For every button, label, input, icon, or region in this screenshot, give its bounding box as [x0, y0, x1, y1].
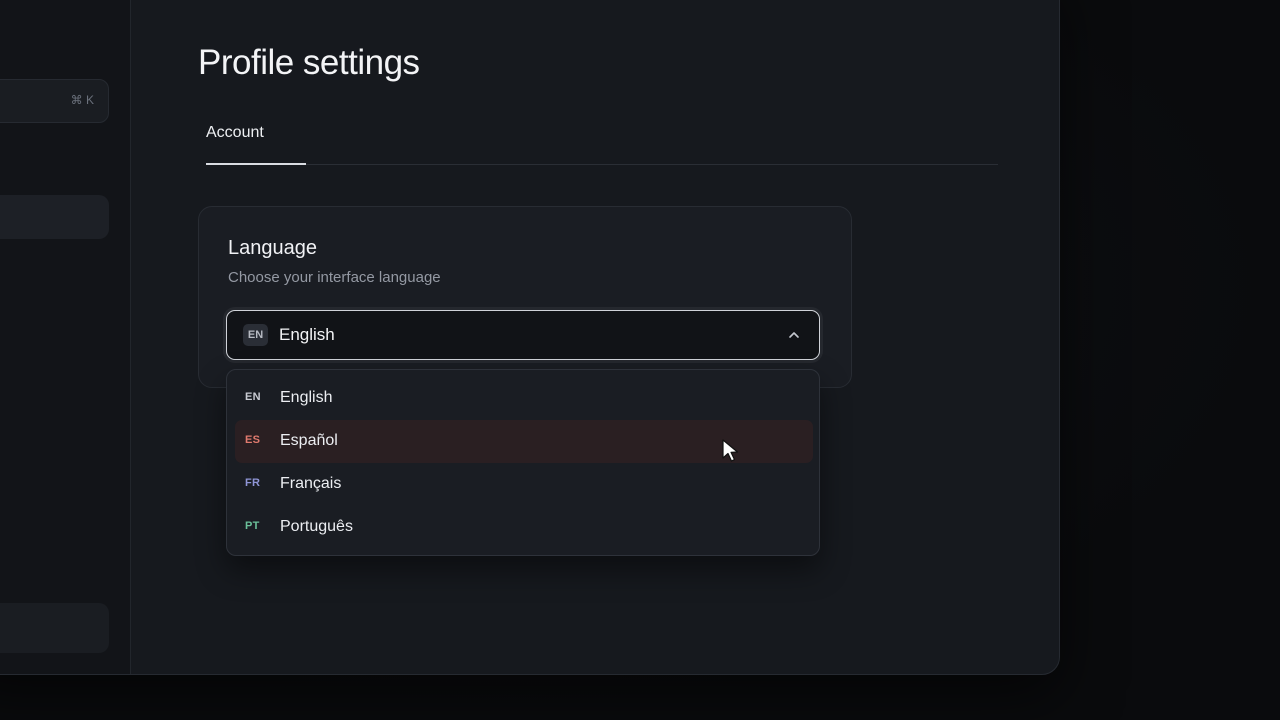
search-shortcut-hint: ⌘ K	[70, 93, 94, 107]
option-code: PT	[245, 520, 260, 532]
sidebar-search[interactable]: ⌘ K	[0, 79, 109, 123]
option-label: Español	[280, 432, 338, 449]
chevron-up-icon	[789, 332, 799, 338]
mouse-pointer-icon	[722, 439, 739, 462]
selected-language-label: English	[279, 325, 335, 344]
sidebar-item[interactable]: ns	[0, 295, 109, 339]
active-tab-indicator	[206, 163, 306, 165]
option-label: Français	[280, 475, 342, 492]
selected-language-code: EN	[243, 324, 268, 346]
language-card-title: Language	[228, 237, 317, 259]
language-card-subtitle: Choose your interface language	[228, 269, 441, 286]
option-label: English	[280, 389, 333, 406]
option-code: ES	[245, 434, 261, 446]
sidebar-item[interactable]: es	[0, 245, 109, 289]
sidebar: ⌘ K s es ns	[0, 0, 131, 674]
language-option-english[interactable]: EN English	[235, 377, 813, 420]
sidebar-item-active[interactable]: s	[0, 195, 109, 239]
tab-bar: Account	[206, 123, 998, 165]
language-option-portugues[interactable]: PT Português	[235, 506, 813, 549]
page-title: Profile settings	[198, 43, 420, 82]
tab-account[interactable]: Account	[206, 123, 306, 165]
language-option-francais[interactable]: FR Français	[235, 463, 813, 506]
option-code: FR	[245, 477, 261, 489]
language-select[interactable]: EN English	[226, 310, 820, 360]
language-card: Language Choose your interface language	[198, 206, 852, 388]
option-code: EN	[245, 391, 261, 403]
option-label: Português	[280, 518, 353, 535]
sidebar-footer[interactable]	[0, 603, 109, 653]
stage: ⌘ K s es ns Profile settings Account Lan…	[0, 0, 1280, 720]
